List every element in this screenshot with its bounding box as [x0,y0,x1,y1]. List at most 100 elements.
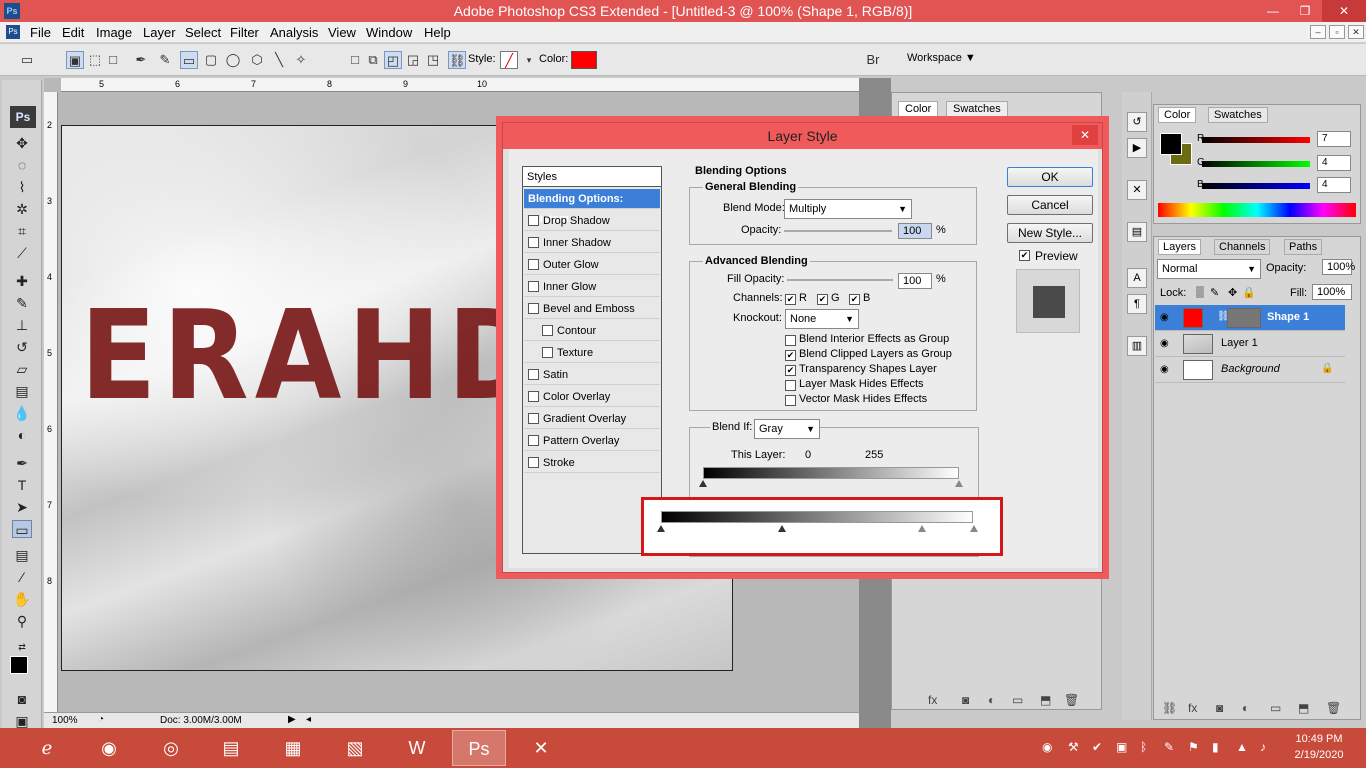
menu-layer[interactable]: Layer [143,25,176,40]
b-slider[interactable] [1202,183,1310,189]
clone-stamp-icon[interactable]: ⊥ [12,316,32,334]
eye-icon[interactable]: ◉ [1160,338,1172,349]
tab-channels[interactable]: Channels [1214,239,1271,255]
rectangle-tool-icon[interactable]: ▭ [180,51,198,69]
checkbox[interactable] [528,457,539,468]
panel-fx-icon[interactable]: fx [928,693,937,707]
fg-color-swatch[interactable] [1160,133,1182,155]
text-editor-icon[interactable]: ▦ [266,730,320,766]
new-layer-icon[interactable]: ⬒ [1298,701,1309,715]
styles-header[interactable]: Styles [523,167,661,187]
panel-new-icon[interactable]: ⬒ [1040,693,1051,707]
bridge-icon[interactable]: Br [864,51,882,69]
fill-pixels-icon[interactable]: □ [104,51,122,69]
blend-if-select[interactable]: Gray ▼ [754,419,820,439]
new-style-button[interactable]: New Style... [1007,223,1093,243]
actions-panel-icon[interactable]: ▶ [1127,138,1147,158]
underlying-black-slider[interactable] [657,525,665,532]
blend-clipped-checkbox[interactable]: ✔ [785,350,796,361]
cancel-button[interactable]: Cancel [1007,195,1093,215]
fill-opacity-slider[interactable] [787,279,893,281]
channel-g-checkbox[interactable]: ✔ [817,294,828,305]
hand-tool-icon[interactable]: ✋ [12,590,32,608]
notes-tool-icon[interactable]: ▤ [12,546,32,564]
scroll-left-icon[interactable]: ◂ [306,714,311,725]
photoshop-taskbar-icon[interactable]: Ps [452,730,506,766]
pdf-app-icon[interactable]: ✕ [514,730,568,766]
b-value-field[interactable]: 4 [1317,177,1351,193]
menu-select[interactable]: Select [185,25,221,40]
layer-comps-icon[interactable]: ▤ [1127,222,1147,242]
tray-window-icon[interactable]: ▣ [1116,740,1127,754]
document-icon[interactable]: Ps [6,25,20,39]
character-panel-icon[interactable]: A [1127,268,1147,288]
style-picker[interactable]: ╱ [500,51,518,69]
menu-window[interactable]: Window [366,25,412,40]
checkbox[interactable] [528,413,539,424]
lock-pixels-icon[interactable]: ✎ [1210,286,1219,299]
pen-icon[interactable]: ✒ [132,51,150,69]
menu-image[interactable]: Image [96,25,132,40]
battery-icon[interactable]: ▮ [1212,740,1219,754]
underlying-white-slider[interactable] [970,525,978,532]
style-blending-options[interactable]: Blending Options: Custom [524,189,660,225]
style-color-overlay[interactable]: Color Overlay [524,387,660,407]
move-tool-icon[interactable]: ✥ [12,134,32,152]
style-texture[interactable]: Texture [524,343,660,363]
eraser-tool-icon[interactable]: ▱ [12,360,32,378]
style-dropdown-icon[interactable]: ▾ [520,51,538,69]
tab-swatches[interactable]: Swatches [946,101,1008,117]
layer-row-shape-1[interactable]: ◉ ⛓ Shape 1 [1155,305,1345,331]
layer-row-layer-1[interactable]: ◉ Layer 1 [1155,331,1345,357]
menu-view[interactable]: View [328,25,356,40]
tray-flag-icon[interactable]: ⚑ [1188,740,1199,754]
adjustment-layer-icon[interactable]: ◐ [1242,701,1249,715]
lock-transparency-icon[interactable]: ▒ [1196,286,1204,298]
network-icon[interactable]: ▲ [1236,740,1248,754]
gradient-tool-icon[interactable]: ▤ [12,382,32,400]
bluetooth-icon[interactable]: ᛒ [1140,740,1147,754]
eyedropper-tool-icon[interactable]: ⁄ [12,568,32,586]
freeform-pen-icon[interactable]: ✎ [156,51,174,69]
tab-swatches[interactable]: Swatches [1208,107,1268,123]
tray-pen-icon[interactable]: ✎ [1164,740,1174,754]
magic-wand-icon[interactable]: ✲ [12,200,32,218]
add-shape-icon[interactable]: ⧉ [364,51,382,69]
link-style-icon[interactable]: ⛓ [448,51,466,69]
crop-tool-icon[interactable]: ⌗ [12,222,32,240]
channel-b-checkbox[interactable]: ✔ [849,294,860,305]
style-contour[interactable]: Contour [524,321,660,341]
tab-color[interactable]: Color [1158,107,1197,123]
doc-restore-button[interactable]: ▫ [1329,25,1345,39]
opacity-field[interactable]: 100% [1322,259,1355,275]
chrome-icon[interactable]: ◉ [82,730,136,766]
style-stroke[interactable]: Stroke [524,453,660,473]
intersect-shape-icon[interactable]: ◲ [404,51,422,69]
link-layers-icon[interactable]: ⛓ [1162,701,1177,715]
opacity-field[interactable]: 100 [898,223,932,239]
zoom-level[interactable]: 100% [52,715,78,726]
lock-all-icon[interactable]: 🔒 [1242,286,1256,299]
recorder-app-icon[interactable]: ◎ [144,730,198,766]
quick-mask-icon[interactable]: ◙ [12,690,32,708]
preview-checkbox[interactable]: ✔ [1019,250,1030,261]
doc-close-button[interactable]: ✕ [1348,25,1364,39]
type-tool-icon[interactable]: T [12,476,32,494]
vector-mask-hides-checkbox[interactable] [785,395,796,406]
dodge-tool-icon[interactable]: ◐ [12,426,32,444]
style-inner-glow[interactable]: Inner Glow [524,277,660,297]
eye-icon[interactable]: ◉ [1160,312,1172,323]
ok-button[interactable]: OK [1007,167,1093,187]
style-gradient-overlay[interactable]: Gradient Overlay [524,409,660,429]
tool-preset-icon[interactable]: ▭ [18,51,36,69]
menu-file[interactable]: File [30,25,51,40]
path-selection-icon[interactable]: ➤ [12,498,32,516]
brush-tool-icon[interactable]: ✎ [12,294,32,312]
menu-analysis[interactable]: Analysis [270,25,318,40]
checkbox[interactable] [528,435,539,446]
panel-mask-icon[interactable]: ◙ [962,693,969,707]
eye-icon[interactable]: ◉ [1160,364,1172,375]
dialog-close-button[interactable]: ✕ [1072,125,1098,145]
tray-tools-icon[interactable]: ⚒ [1068,740,1079,754]
system-clock[interactable]: 10:49 PM 2/19/2020 [1284,731,1354,763]
